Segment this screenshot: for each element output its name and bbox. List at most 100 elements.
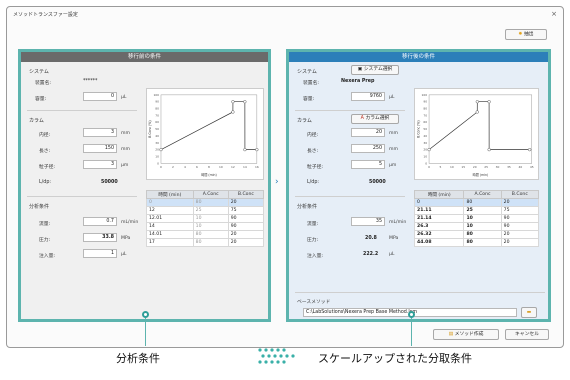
y-axis-label: B.Conc (%)	[148, 120, 152, 137]
time-cell: 0	[146, 198, 194, 207]
cancel-button[interactable]: キャンセル	[505, 329, 549, 340]
x-tick-label: 0	[428, 165, 430, 169]
column-section-label: カラム	[297, 118, 312, 124]
table-row[interactable]: 12.01 10 90	[146, 214, 265, 223]
flow-input[interactable]: 35	[351, 217, 385, 226]
a-conc-cell: 10	[192, 222, 229, 231]
dots-arrow-icon	[258, 348, 295, 364]
flow-input[interactable]: 0.7	[83, 217, 117, 226]
table-row[interactable]: 17 80 20	[146, 238, 265, 247]
table-row[interactable]: 21.14 10 90	[413, 214, 540, 223]
injection-input[interactable]: 1	[83, 249, 117, 258]
gradient-point	[231, 110, 235, 114]
x-tick-label: 45	[530, 165, 534, 169]
method-icon: ▤	[448, 332, 454, 337]
inner-diameter-label: 内径:	[39, 133, 51, 138]
volume-input[interactable]: 0	[83, 92, 117, 101]
a-conc-cell: 80	[463, 230, 502, 239]
close-icon[interactable]: ×	[551, 10, 557, 18]
x-axis-label: 時間 (min)	[201, 172, 217, 177]
inner-diameter-input[interactable]: 3	[83, 128, 117, 137]
before-conditions-panel: 移行前の条件 システム 装置名: ****** 容量: 0 μL カラム 内径:…	[18, 49, 271, 322]
plot-area	[160, 94, 258, 164]
divider	[27, 110, 137, 111]
table-row[interactable]: 14.01 80 20	[146, 230, 265, 239]
y-tick-label: 90	[155, 100, 159, 104]
time-column-header: 時間 (min)	[413, 190, 465, 199]
y-tick-label: 80	[423, 107, 427, 111]
x-tick-label: 10	[219, 165, 223, 169]
table-row[interactable]: 12 25 75	[146, 206, 265, 215]
particle-size-input[interactable]: 3	[83, 160, 117, 169]
method-create-button[interactable]: ▤ メソッド作成	[433, 329, 499, 340]
length-unit: mm	[389, 147, 398, 152]
y-axis-label: B.Conc (%)	[416, 120, 420, 137]
export-button[interactable]: ✹ 抽出	[505, 29, 547, 40]
instrument-name-value: ******	[83, 79, 98, 84]
table-row[interactable]: 14 10 90	[146, 222, 265, 231]
volume-label: 容量:	[35, 97, 47, 102]
gradient-point	[427, 148, 431, 152]
gradient-table-before: 時間 (min) A.Conc B.Conc 0 80 20 12 25 75 12.0…	[146, 190, 265, 247]
callout-line-right	[411, 318, 412, 346]
pressure-unit: MPa	[121, 236, 131, 241]
base-method-label: ベースメソッド	[297, 300, 331, 305]
ldp-label: L/dp:	[39, 180, 51, 185]
table-row[interactable]: 0 80 20	[146, 198, 265, 207]
time-cell: 12	[146, 206, 194, 215]
table-row[interactable]: 26.3 10 90	[413, 222, 540, 231]
folder-icon: ▬	[526, 310, 532, 315]
x-tick-label: 6	[196, 165, 198, 169]
y-tick-label: 80	[155, 107, 159, 111]
gradient-point	[243, 148, 247, 152]
injection-label: 注入量:	[307, 254, 324, 259]
length-unit: mm	[121, 147, 130, 152]
y-tick-label: 0	[157, 161, 159, 165]
x-tick-label: 8	[208, 165, 210, 169]
a-conc-column-header: A.Conc	[192, 190, 229, 199]
volume-input[interactable]: 9760	[351, 92, 385, 101]
y-tick-label: 60	[155, 120, 159, 124]
y-tick-label: 10	[423, 154, 427, 158]
particle-size-label: 粒子径:	[39, 165, 56, 170]
gradient-point	[487, 148, 491, 152]
callout-marker-left	[142, 311, 149, 318]
gradient-point	[231, 100, 235, 104]
length-input[interactable]: 250	[351, 144, 385, 153]
table-row[interactable]: 26.32 80 20	[413, 230, 540, 239]
particle-size-input[interactable]: 5	[351, 160, 385, 169]
table-row[interactable]: 0 80 20	[413, 198, 540, 207]
y-tick-label: 0	[425, 161, 427, 165]
after-panel-body: システム ▣ システム選択 装置名: Nexera Prep 容量: 9760 …	[289, 62, 548, 319]
pressure-input: 33.8	[83, 233, 117, 242]
table-row[interactable]: 44.08 80 20	[413, 238, 540, 247]
browse-folder-button[interactable]: ▬	[521, 307, 537, 318]
column-icon: A	[360, 116, 364, 121]
x-tick-label: 35	[507, 165, 511, 169]
column-select-button[interactable]: A カラム選択	[351, 114, 399, 124]
a-conc-cell: 80	[192, 238, 229, 247]
method-create-label: メソッド作成	[454, 332, 484, 337]
gradient-point	[528, 148, 532, 152]
column-section-label: カラム	[29, 118, 44, 124]
injection-unit: μL	[121, 252, 127, 257]
volume-unit: μL	[389, 95, 395, 100]
system-select-button[interactable]: ▣ システム選択	[351, 65, 399, 75]
length-label: 長さ:	[307, 149, 319, 154]
divider	[295, 196, 405, 197]
divider	[295, 110, 405, 111]
x-tick-label: 14	[243, 165, 247, 169]
table-row[interactable]: 21.11 25 75	[413, 206, 540, 215]
x-tick-label: 0	[160, 165, 162, 169]
gradient-point	[243, 100, 247, 104]
flow-unit: mL/min	[121, 220, 139, 225]
instrument-name-label: 装置名:	[303, 81, 320, 86]
gradient-series-line	[160, 101, 257, 150]
ldp-value: 50000	[101, 180, 118, 185]
gradient-point	[255, 148, 259, 152]
time-cell: 44.08	[413, 238, 465, 247]
length-input[interactable]: 150	[83, 144, 117, 153]
inner-diameter-input[interactable]: 20	[351, 128, 385, 137]
y-tick-label: 70	[423, 113, 427, 117]
gradient-series-line	[428, 101, 530, 150]
